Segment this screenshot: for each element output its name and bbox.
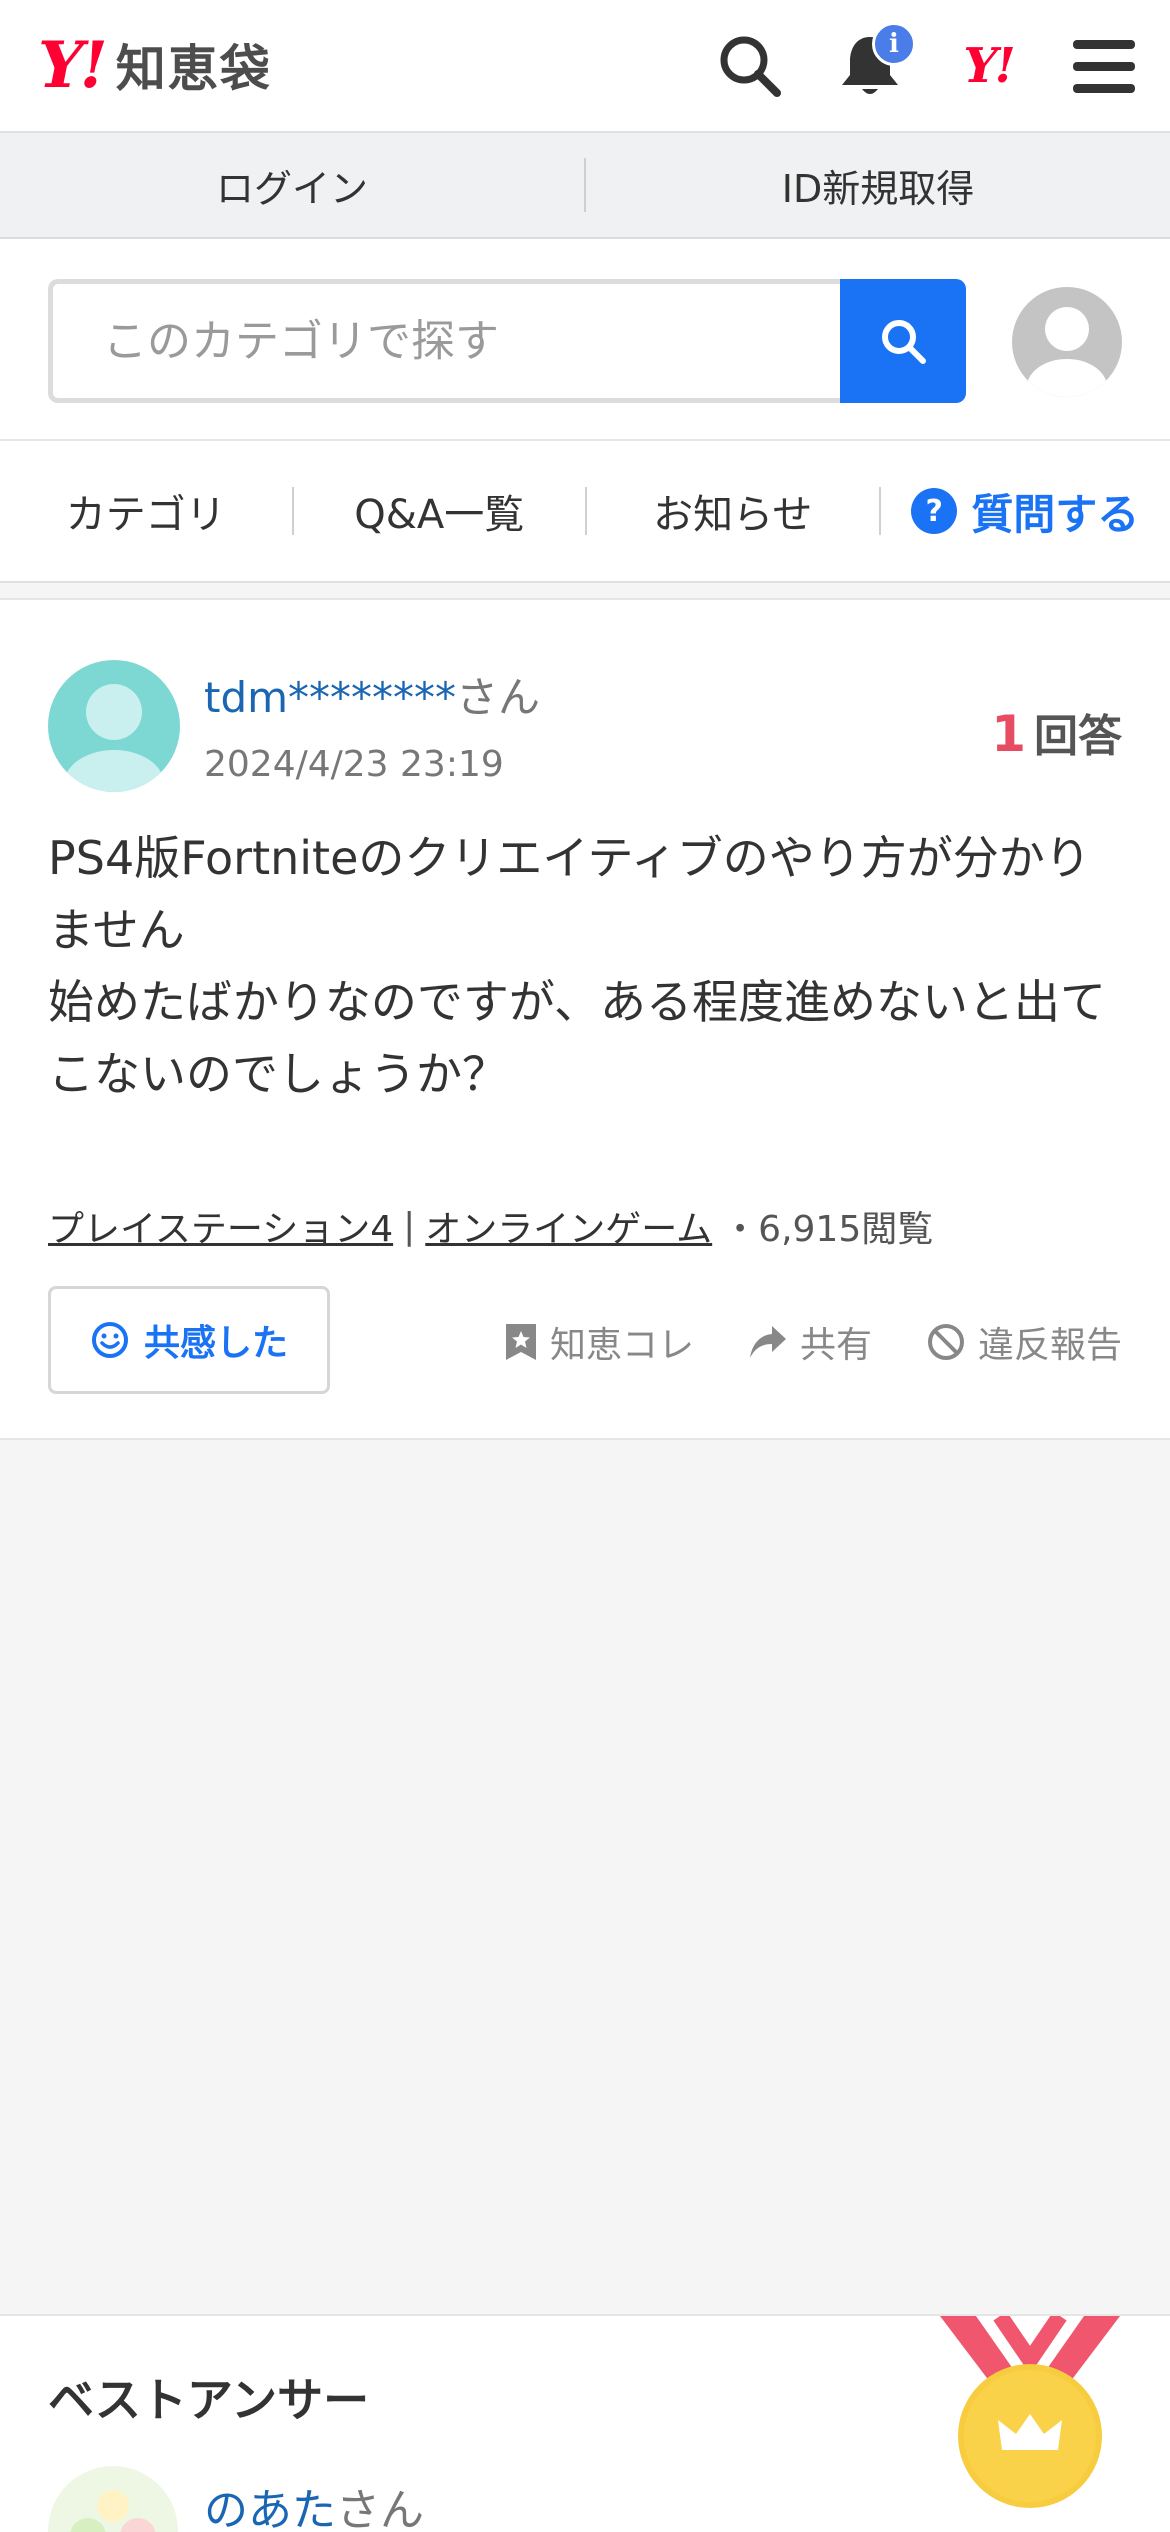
logo-text: 知恵袋 xyxy=(115,40,272,98)
answerer-name[interactable]: のあたさん xyxy=(204,2474,424,2532)
collect-label: 知恵コレ xyxy=(549,1325,694,1366)
share-label: 共有 xyxy=(799,1325,872,1366)
app-header: Y! 知恵袋 i Y! xyxy=(0,0,1170,133)
question-mark-icon: ? xyxy=(911,488,958,534)
honorific: さん xyxy=(336,2485,424,2532)
empathy-label: 共感した xyxy=(143,1323,288,1364)
category-link-ps4[interactable]: プレイステーション4 xyxy=(48,1200,393,1252)
question-body: PS4版Fortniteのクリエイティブのやり方が分かりません 始めたばかりなの… xyxy=(48,831,1106,1101)
asker-id: tdm******** xyxy=(204,673,457,722)
share-button[interactable]: 共有 xyxy=(748,1316,872,1368)
answer-count-label: 回答 xyxy=(1034,711,1122,762)
crown-medal-icon xyxy=(940,2311,1120,2526)
category-separator: | xyxy=(403,1205,416,1247)
best-answer-title: ベストアンサー xyxy=(48,2373,370,2427)
yahoo-logo-mark: Y! xyxy=(38,27,108,103)
ask-question-label: 質問する xyxy=(971,489,1140,539)
notification-badge: i xyxy=(872,22,916,66)
question-card: tdm********さん 2024/4/23 23:19 1 回答 PS4版Fo… xyxy=(0,598,1170,1440)
search-button[interactable] xyxy=(840,279,966,403)
category-nav: カテゴリ Q&A一覧 お知らせ ? 質問する xyxy=(0,441,1170,583)
user-avatar[interactable] xyxy=(1012,287,1122,397)
question-actions: 知恵コレ 共有 違反報告 xyxy=(504,1316,1122,1368)
nav-category[interactable]: カテゴリ xyxy=(0,482,292,540)
signup-link[interactable]: ID新規取得 xyxy=(586,158,1170,213)
report-button[interactable]: 違反報告 xyxy=(926,1316,1122,1368)
post-date: 2024/4/23 23:19 xyxy=(204,744,504,785)
answer-count[interactable]: 1 回答 xyxy=(991,700,1122,764)
empathy-button[interactable]: 共感した xyxy=(48,1286,330,1394)
hamburger-menu-icon[interactable] xyxy=(1066,28,1142,104)
login-bar: ログイン ID新規取得 xyxy=(0,133,1170,239)
answer-count-number: 1 xyxy=(991,705,1026,763)
prohibited-icon xyxy=(927,1324,964,1360)
honorific: さん xyxy=(456,673,541,722)
search-input[interactable] xyxy=(103,315,842,367)
nav-news[interactable]: お知らせ xyxy=(587,482,879,540)
report-label: 違反報告 xyxy=(977,1325,1122,1366)
login-link[interactable]: ログイン xyxy=(0,158,584,213)
notification-bell-icon[interactable]: i xyxy=(832,22,916,104)
bookmark-star-icon xyxy=(505,1324,536,1360)
share-arrow-icon xyxy=(749,1326,786,1358)
yahoo-mark: Y! xyxy=(963,38,1015,94)
asker-avatar[interactable] xyxy=(48,660,180,792)
search-field[interactable] xyxy=(48,279,842,403)
answerer-avatar[interactable] xyxy=(48,2466,178,2532)
ask-question-button[interactable]: ? 質問する xyxy=(881,481,1170,542)
answerer-id: のあた xyxy=(204,2485,336,2532)
asker-name[interactable]: tdm********さん xyxy=(204,664,540,725)
search-row xyxy=(0,239,1170,441)
search-icon[interactable] xyxy=(712,28,788,104)
view-count: ・6,915閲覧 xyxy=(722,1209,934,1250)
yahoo-japan-icon[interactable]: Y! xyxy=(950,28,1026,104)
nav-qa-list[interactable]: Q&A一覧 xyxy=(294,482,586,540)
category-link-online-game[interactable]: オンラインゲーム xyxy=(425,1200,712,1252)
best-answer-section: ベストアンサー のあたさん xyxy=(0,2311,1170,2532)
collect-button[interactable]: 知恵コレ xyxy=(504,1316,694,1368)
smile-icon xyxy=(91,1322,128,1358)
chiebukuro-logo[interactable]: Y! 知恵袋 xyxy=(38,27,272,103)
search-icon xyxy=(882,320,926,364)
question-meta: プレイステーション4 | オンラインゲーム ・6,915閲覧 xyxy=(48,1200,933,1252)
